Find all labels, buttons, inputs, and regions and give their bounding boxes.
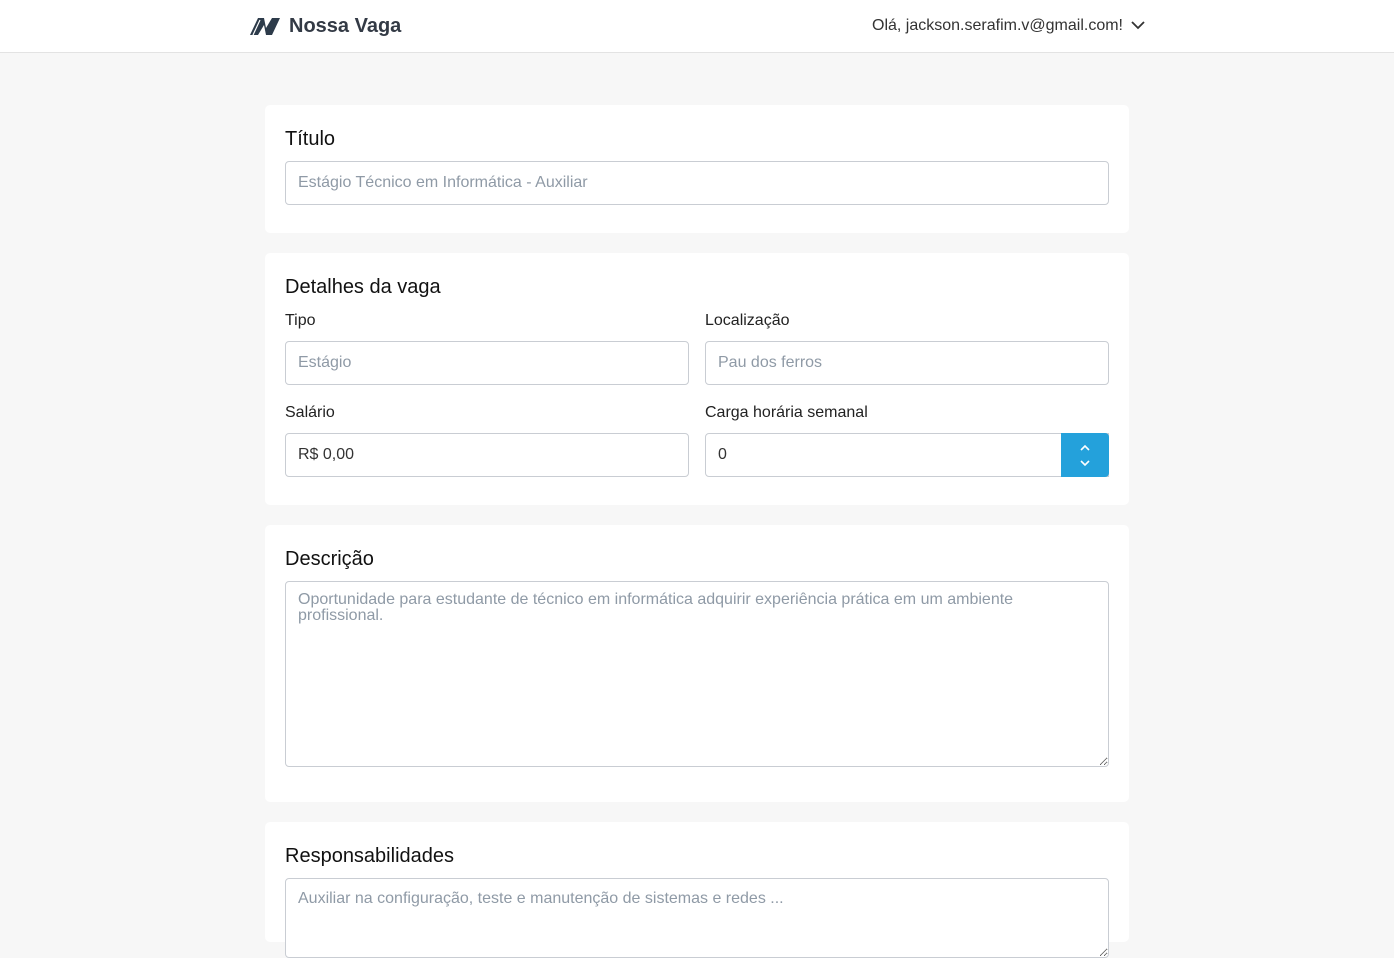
descricao-textarea[interactable]: [285, 581, 1109, 767]
titulo-card: Título: [265, 105, 1129, 233]
chevron-down-icon: [1123, 17, 1145, 35]
user-menu[interactable]: Olá, jackson.serafim.v@gmail.com!: [872, 14, 1145, 38]
carga-horaria-input[interactable]: [705, 433, 1109, 477]
chevron-down-icon[interactable]: [1080, 455, 1090, 471]
descricao-card: Descrição: [265, 525, 1129, 802]
tipo-input[interactable]: [285, 341, 689, 385]
salario-input[interactable]: [285, 433, 689, 477]
responsabilidades-textarea[interactable]: [285, 878, 1109, 958]
localizacao-input[interactable]: [705, 341, 1109, 385]
top-navbar: Nossa Vaga Olá, jackson.serafim.v@gmail.…: [0, 0, 1394, 53]
responsabilidades-card: Responsabilidades: [265, 822, 1129, 958]
titulo-input[interactable]: [285, 161, 1109, 205]
carga-horaria-label: Carga horária semanal: [705, 404, 868, 421]
brand[interactable]: Nossa Vaga: [249, 13, 401, 39]
detalhes-card: Detalhes da vaga Tipo Localização Salári…: [265, 253, 1129, 505]
titulo-heading: Título: [285, 128, 336, 150]
detalhes-heading: Detalhes da vaga: [285, 276, 441, 298]
descricao-heading: Descrição: [285, 548, 374, 570]
brand-name: Nossa Vaga: [289, 14, 402, 37]
chevron-up-icon[interactable]: [1080, 439, 1090, 455]
tipo-label: Tipo: [285, 312, 316, 329]
user-greeting: Olá, jackson.serafim.v@gmail.com!: [872, 17, 1123, 34]
localizacao-label: Localização: [705, 312, 790, 329]
nossa-vaga-logo-icon: [249, 16, 281, 36]
salario-label: Salário: [285, 404, 335, 421]
responsabilidades-heading: Responsabilidades: [285, 845, 455, 867]
carga-horaria-stepper[interactable]: [1061, 433, 1109, 477]
